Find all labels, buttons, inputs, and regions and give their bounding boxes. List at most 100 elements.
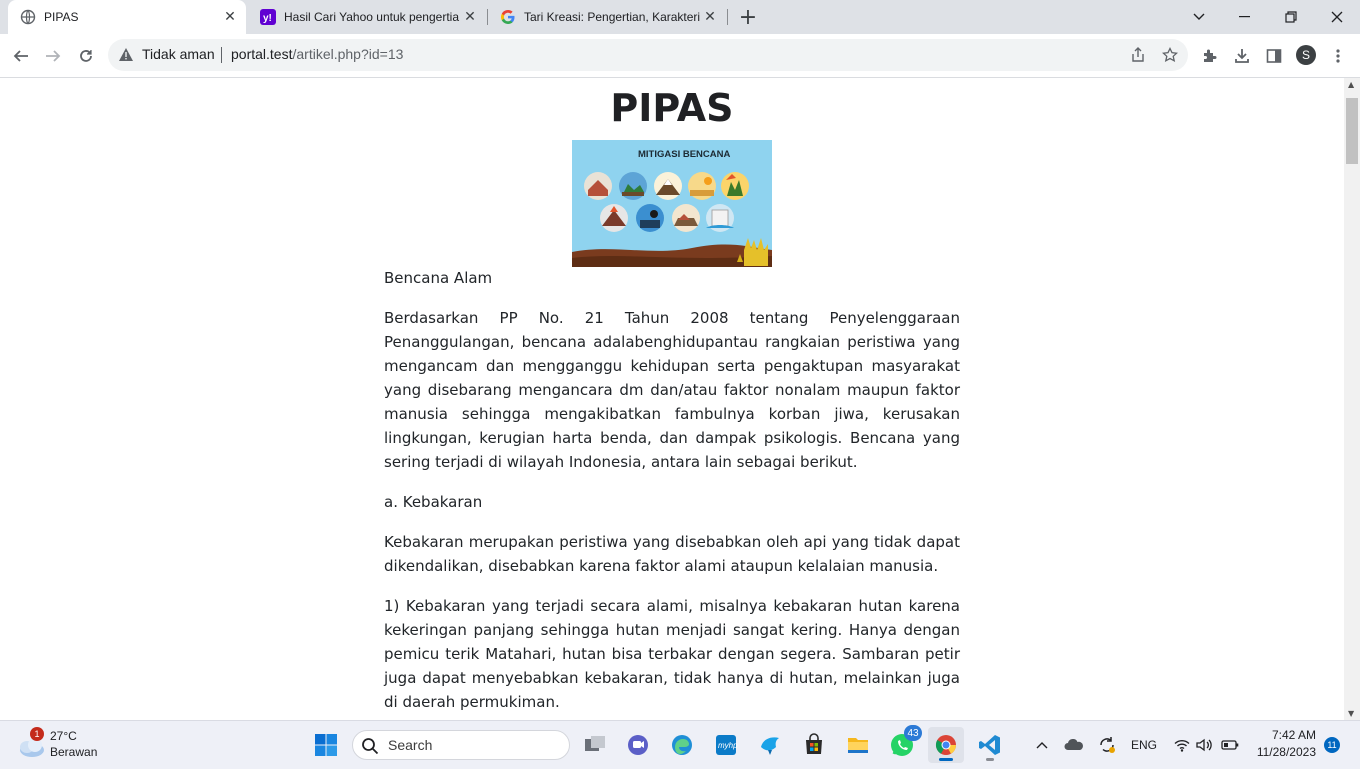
article-subtitle: Bencana Alam: [384, 269, 493, 287]
task-view-button[interactable]: [577, 727, 613, 763]
reload-button[interactable]: [72, 42, 100, 70]
search-icon: [361, 737, 379, 759]
article-section-heading: a. Kebakaran: [384, 493, 483, 511]
microsoft-store-button[interactable]: [796, 727, 832, 763]
show-hidden-icons-button[interactable]: [1032, 733, 1052, 757]
clock-time[interactable]: 7:42 AM: [1250, 728, 1316, 742]
svg-text:myhp: myhp: [718, 741, 738, 750]
search-placeholder: Search: [388, 737, 433, 753]
file-explorer-button[interactable]: [840, 727, 876, 763]
start-button[interactable]: [308, 727, 344, 763]
share-icon[interactable]: [1128, 45, 1148, 65]
new-tab-button[interactable]: +: [736, 5, 760, 30]
weather-widget[interactable]: 1 27°C Berawan: [16, 727, 116, 763]
arrow-left-icon: [13, 50, 28, 62]
clock-date[interactable]: 11/28/2023: [1240, 745, 1316, 759]
task-view-icon: [585, 736, 605, 751]
tab-pipas[interactable]: PIPAS ✕: [8, 0, 246, 34]
yahoo-icon: y!: [260, 9, 276, 25]
running-app-indicator: [986, 758, 994, 761]
close-tab-icon[interactable]: ✕: [700, 7, 720, 27]
arrow-right-icon: [46, 50, 61, 62]
store-icon: [806, 733, 822, 754]
image-title-text: MITIGASI BENCANA: [638, 149, 731, 160]
edge-icon: [672, 735, 692, 755]
close-tab-icon[interactable]: ✕: [220, 7, 240, 27]
weather-temp: 27°C: [50, 729, 77, 743]
article-paragraph: 1) Kebakaran yang terjadi secara alami, …: [384, 597, 960, 711]
tab-title: Tari Kreasi: Pengertian, Karakteris: [524, 10, 700, 24]
tab-strip: PIPAS ✕ y! Hasil Cari Yahoo untuk penger…: [0, 0, 1360, 34]
download-icon[interactable]: [1230, 44, 1254, 68]
vertical-scrollbar[interactable]: ▲ ▼: [1344, 78, 1360, 720]
weather-condition: Berawan: [50, 745, 98, 759]
google-icon: [500, 9, 516, 25]
profile-avatar[interactable]: S: [1296, 45, 1316, 65]
chevron-up-icon: [1036, 742, 1048, 749]
taskbar-search[interactable]: Search: [352, 730, 570, 760]
browser-toolbar: Tidak aman portal.test/artikel.php?id=13…: [0, 34, 1360, 78]
chat-icon: [628, 735, 648, 755]
menu-kebab-icon[interactable]: [1326, 44, 1350, 68]
url-path: /artikel.php?id=13: [292, 46, 404, 62]
language-indicator[interactable]: ENG: [1128, 733, 1160, 757]
side-panel-icon[interactable]: [1262, 44, 1286, 68]
wifi-icon[interactable]: [1172, 733, 1192, 757]
tab-tari[interactable]: Tari Kreasi: Pengertian, Karakteris ✕: [488, 0, 726, 34]
tab-divider: [727, 9, 728, 25]
article-body: Bencana Alam Berdasarkan PP No. 21 Tahun…: [384, 266, 960, 720]
vscode-button[interactable]: [972, 727, 1008, 763]
sync-icon[interactable]: [1095, 733, 1119, 757]
bookmark-star-icon[interactable]: [1160, 45, 1180, 65]
close-tab-icon[interactable]: ✕: [460, 7, 480, 27]
page-viewport: PIPAS MITIGASI BENCANA Bencana Alam Berd…: [0, 78, 1344, 720]
whatsapp-badge: 43: [904, 725, 922, 741]
extensions-puzzle-icon[interactable]: [1198, 44, 1222, 68]
tab-title: Hasil Cari Yahoo untuk pengertia: [284, 10, 459, 24]
myhp-button[interactable]: myhp: [708, 727, 744, 763]
chrome-button[interactable]: [928, 727, 964, 763]
windows-taskbar: 1 27°C Berawan Search myhp 43 ENG 7:42 A…: [0, 720, 1360, 769]
vscode-icon: [979, 735, 1000, 755]
address-bar[interactable]: Tidak aman portal.test/artikel.php?id=13: [108, 39, 1188, 71]
scrollbar-thumb[interactable]: [1346, 98, 1358, 164]
globe-icon: [20, 9, 36, 25]
volume-icon[interactable]: [1194, 733, 1214, 757]
folder-icon: [848, 738, 868, 753]
whatsapp-button[interactable]: 43: [884, 725, 922, 763]
forward-button[interactable]: [39, 42, 67, 70]
scroll-up-arrow-icon[interactable]: ▲: [1348, 80, 1354, 89]
url-text[interactable]: portal.test/artikel.php?id=13: [231, 46, 403, 62]
chrome-icon: [935, 735, 957, 755]
scroll-down-arrow-icon[interactable]: ▼: [1348, 709, 1354, 718]
myhp-icon: myhp: [716, 735, 738, 755]
tab-search-button[interactable]: [1176, 0, 1222, 34]
back-button[interactable]: [7, 42, 35, 70]
tab-yahoo[interactable]: y! Hasil Cari Yahoo untuk pengertia ✕: [248, 0, 486, 34]
tab-title: PIPAS: [44, 10, 79, 24]
svg-text:y!: y!: [263, 13, 272, 24]
windows-logo-icon: [315, 734, 337, 756]
weather-badge: 1: [30, 727, 44, 741]
mitigasi-bencana-image: MITIGASI BENCANA: [572, 140, 772, 267]
edge-button[interactable]: [664, 727, 700, 763]
teams-chat-button[interactable]: [620, 727, 656, 763]
dolphin-icon: [761, 737, 779, 755]
reload-icon: [80, 50, 92, 62]
minimize-button[interactable]: [1222, 0, 1268, 34]
close-window-button[interactable]: [1314, 0, 1360, 34]
chevron-down-icon: [1193, 13, 1205, 20]
onedrive-icon[interactable]: [1062, 733, 1086, 757]
article-paragraph: Berdasarkan PP No. 21 Tahun 2008 tentang…: [384, 309, 960, 471]
active-app-indicator: [939, 758, 953, 761]
security-label[interactable]: Tidak aman: [142, 46, 215, 62]
app-button-blue[interactable]: [752, 727, 788, 763]
article-paragraph: Kebakaran merupakan peristiwa yang diseb…: [384, 533, 960, 575]
omnibox-divider: [221, 47, 222, 63]
warning-icon[interactable]: [118, 47, 134, 66]
page-title: PIPAS: [610, 86, 734, 130]
restore-button[interactable]: [1268, 0, 1314, 34]
battery-icon[interactable]: [1218, 733, 1242, 757]
notification-badge[interactable]: 11: [1324, 737, 1340, 753]
url-host: portal.test: [231, 46, 293, 62]
